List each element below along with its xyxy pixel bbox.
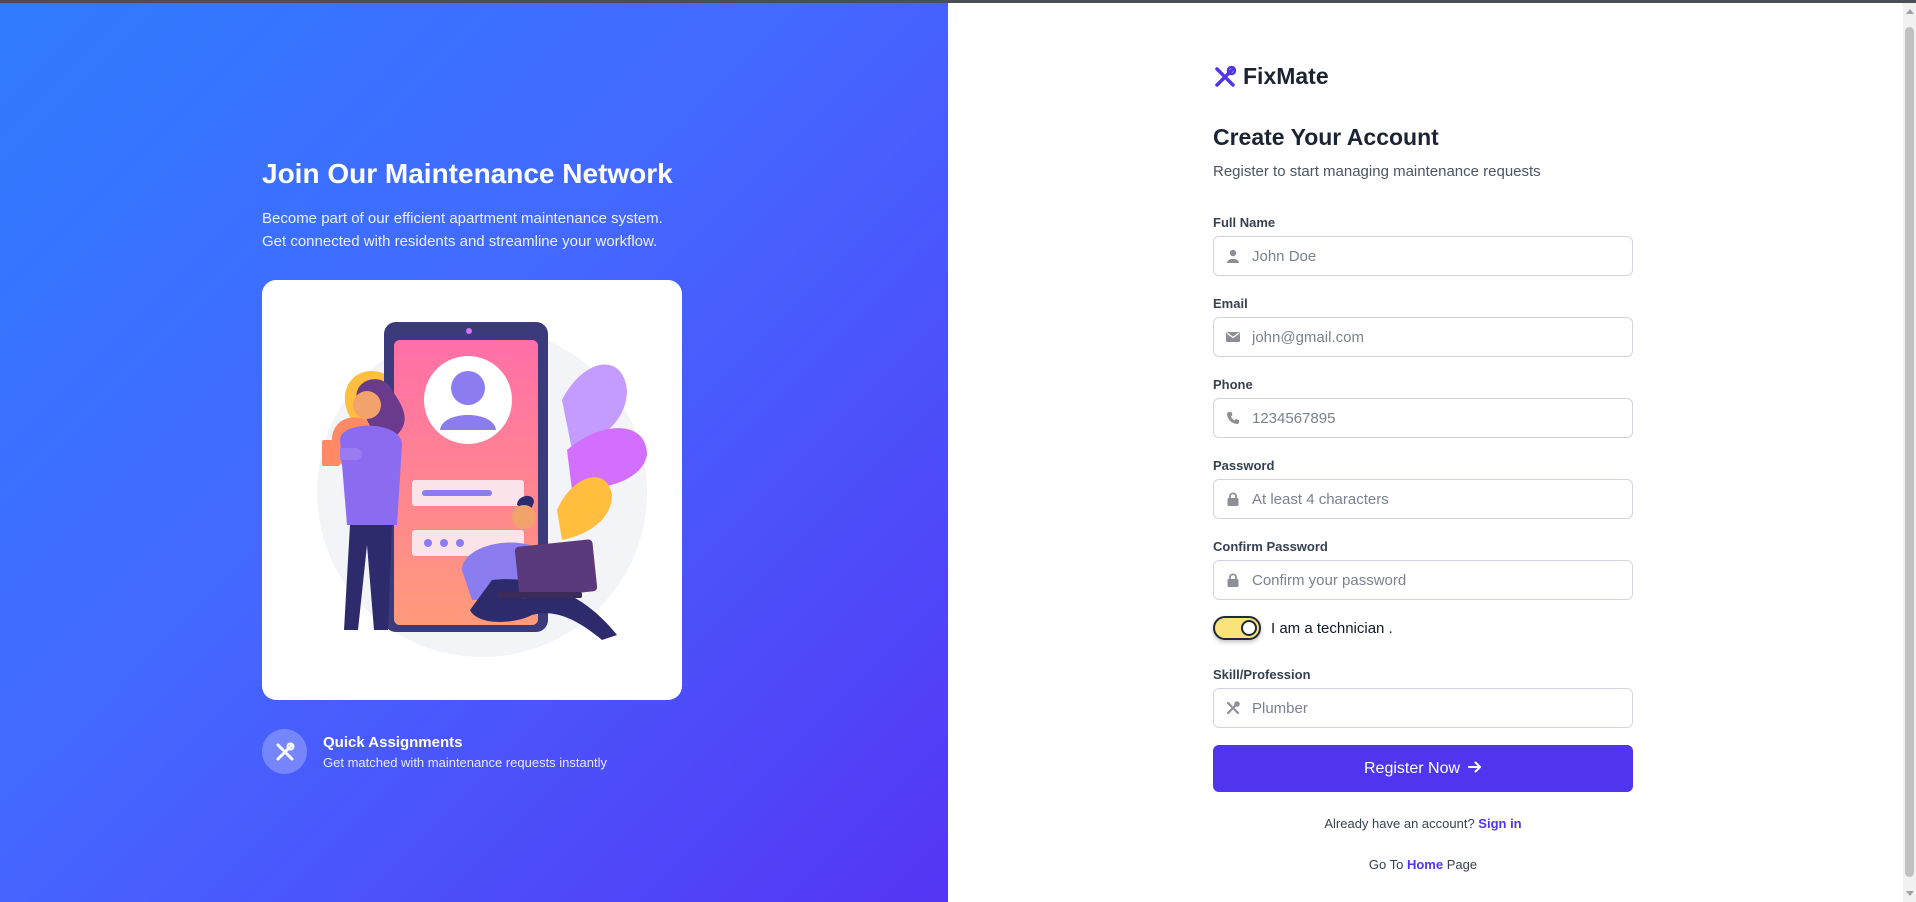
scrollbar[interactable] <box>1903 3 1916 902</box>
tools-icon <box>1214 689 1252 727</box>
confirm-password-label: Confirm Password <box>1213 539 1328 554</box>
home-suffix: Page <box>1446 857 1478 872</box>
lock-icon <box>1214 480 1252 518</box>
brand-logo[interactable]: FixMate <box>1213 63 1329 90</box>
password-field[interactable] <box>1213 479 1633 519</box>
full-name-label: Full Name <box>1213 215 1276 230</box>
register-button-label: Register Now <box>1363 759 1461 777</box>
promo-subtitle-line-1: Become part of our efficient apartment m… <box>262 210 663 227</box>
phone-camera <box>466 328 472 334</box>
woman-body <box>340 425 402 525</box>
technician-toggle-row: I am a technician . <box>1213 616 1393 640</box>
feature-description: Get matched with maintenance requests in… <box>323 754 607 770</box>
toggle-knob <box>1241 620 1257 636</box>
full-name-field[interactable] <box>1213 236 1633 276</box>
scrollbar-thumb[interactable] <box>1905 27 1914 877</box>
phone-field[interactable] <box>1213 398 1633 438</box>
scroll-down-arrow-icon[interactable] <box>1906 891 1914 896</box>
tools-icon <box>1215 65 1237 87</box>
form-heading: Create Your Account <box>1213 124 1439 150</box>
laptop-base <box>497 592 582 598</box>
technician-toggle[interactable] <box>1213 616 1261 640</box>
technician-toggle-label: I am a technician . <box>1271 619 1393 637</box>
envelope-icon <box>1214 318 1252 356</box>
illustration-card <box>262 280 682 700</box>
man-head <box>512 505 536 529</box>
signin-link[interactable]: Sign in <box>1478 816 1521 831</box>
phone-input[interactable] <box>1252 409 1612 427</box>
feature-text: Quick Assignments Get matched with maint… <box>323 734 607 770</box>
promo-title: Join Our Maintenance Network <box>262 158 673 189</box>
register-button[interactable]: Register Now <box>1213 745 1633 792</box>
phone-label: Phone <box>1213 377 1253 392</box>
skill-input[interactable] <box>1252 699 1612 717</box>
home-prefix: Go To <box>1368 857 1404 872</box>
skill-field[interactable] <box>1213 688 1633 728</box>
brand-name: FixMate <box>1243 63 1329 89</box>
confirm-password-field[interactable] <box>1213 560 1633 600</box>
lock-icon <box>1214 561 1252 599</box>
laptop-screen <box>514 539 598 599</box>
feature-quick-assignments: Quick Assignments Get matched with maint… <box>262 729 607 774</box>
promo-subtitle-line-2: Get connected with residents and streaml… <box>262 233 658 250</box>
home-prompt: Go To Home Page <box>1213 857 1633 872</box>
skill-label: Skill/Profession <box>1213 667 1311 682</box>
signin-prompt-text: Already have an account? <box>1324 816 1475 831</box>
email-label: Email <box>1213 296 1248 311</box>
email-input[interactable] <box>1252 328 1612 346</box>
password-input[interactable] <box>1252 490 1612 508</box>
arrow-right-icon <box>1468 760 1482 778</box>
password-label: Password <box>1213 458 1275 473</box>
phone-icon <box>1214 399 1252 437</box>
registration-illustration <box>317 322 647 657</box>
email-field[interactable] <box>1213 317 1633 357</box>
home-link[interactable]: Home <box>1407 857 1443 872</box>
woman-head <box>353 391 381 419</box>
user-icon <box>1214 237 1252 275</box>
form-subheading: Register to start managing maintenance r… <box>1213 163 1541 180</box>
scroll-up-arrow-icon[interactable] <box>1906 9 1914 14</box>
woman-book <box>322 440 340 466</box>
confirm-password-input[interactable] <box>1252 571 1612 589</box>
signin-prompt: Already have an account? Sign in <box>1213 816 1633 831</box>
tools-icon <box>262 729 307 774</box>
full-name-input[interactable] <box>1252 247 1612 265</box>
feature-title: Quick Assignments <box>323 733 463 751</box>
promo-subtitle: Become part of our efficient apartment m… <box>262 207 682 253</box>
